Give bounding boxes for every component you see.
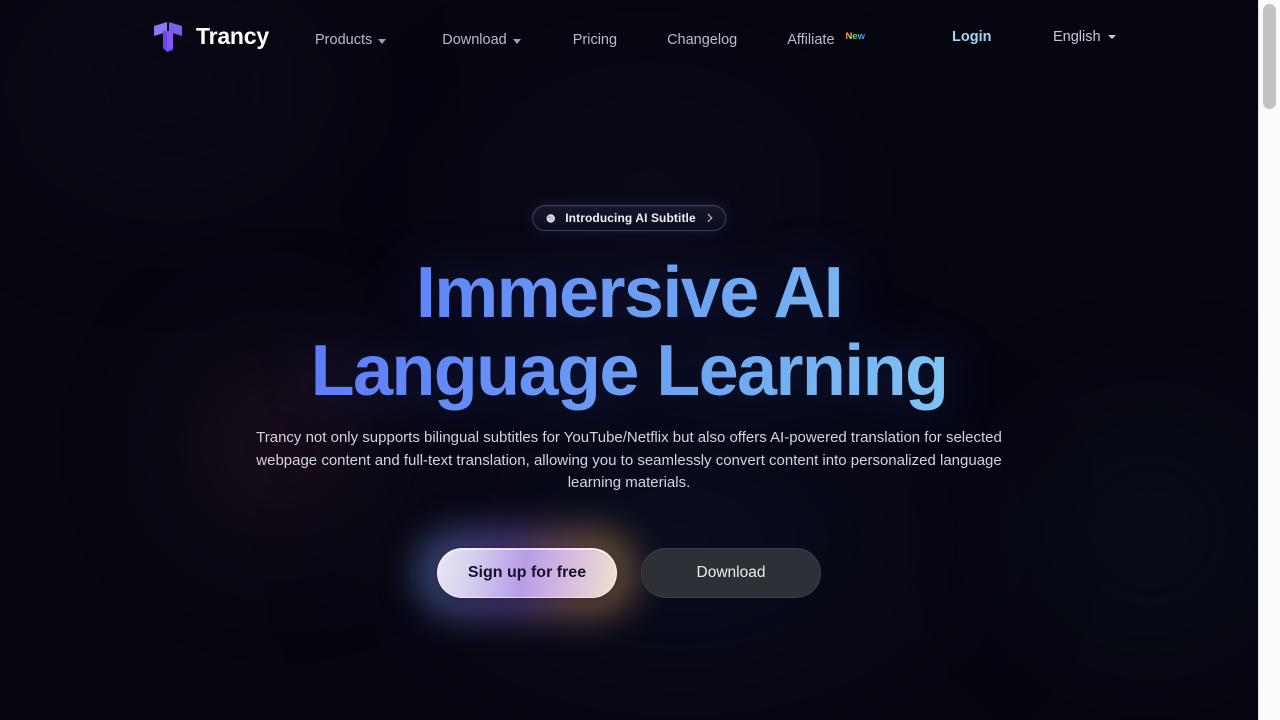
page-title: Immersive AI Language Learning [0, 255, 1258, 411]
language-selector[interactable]: English [1053, 29, 1116, 45]
nav-item-label: Affiliate [787, 32, 835, 48]
download-button-wrapper: Download [641, 548, 821, 598]
brand-name: Trancy [196, 22, 269, 49]
nav-item-label: Pricing [572, 32, 618, 48]
nav-item-products[interactable]: Products [305, 26, 396, 54]
site-header: Trancy Products Download Pricing Changel… [0, 0, 1258, 74]
announcement-badge[interactable]: Introducing AI Subtitle [532, 205, 726, 231]
nav-item-label: Download [442, 32, 507, 48]
page-scrollbar-track[interactable] [1258, 0, 1280, 720]
trancy-t-logo-icon [150, 18, 186, 54]
signup-button-wrapper: Sign up for free [415, 530, 639, 616]
sparkle-icon [544, 212, 557, 225]
chevron-down-icon [378, 38, 387, 44]
chevron-down-icon [512, 38, 521, 44]
nav-item-pricing[interactable]: Pricing [563, 26, 627, 54]
page-scrollbar-thumb[interactable] [1263, 4, 1276, 109]
hero-subtitle: Trancy not only supports bilingual subti… [256, 429, 1002, 491]
signup-button[interactable]: Sign up for free [437, 548, 617, 598]
announcement-badge-label: Introducing AI Subtitle [565, 211, 696, 225]
page-root: Trancy Products Download Pricing Changel… [0, 0, 1280, 720]
headline-line-1: Immersive AI [415, 253, 843, 333]
chevron-right-icon [703, 213, 713, 223]
new-badge: New [845, 30, 866, 42]
main-navigation: Products Download Pricing Changelog Affi… [305, 26, 875, 54]
nav-item-affiliate[interactable]: Affiliate New [777, 26, 875, 54]
caret-down-icon [1107, 35, 1116, 39]
brand-logo[interactable]: Trancy [150, 18, 269, 54]
hero-section: Introducing AI Subtitle Immersive AI Lan… [0, 0, 1258, 720]
nav-item-changelog[interactable]: Changelog [657, 26, 747, 54]
login-button[interactable]: Login [952, 29, 991, 45]
headline-line-2: Language Learning [310, 330, 948, 411]
nav-item-label: Changelog [667, 32, 738, 48]
hero-cta-group: Sign up for free Download [415, 530, 821, 616]
download-button[interactable]: Download [641, 548, 821, 598]
nav-item-download[interactable]: Download [432, 26, 531, 54]
nav-item-label: Products [315, 32, 373, 48]
language-selector-label: English [1053, 29, 1101, 45]
